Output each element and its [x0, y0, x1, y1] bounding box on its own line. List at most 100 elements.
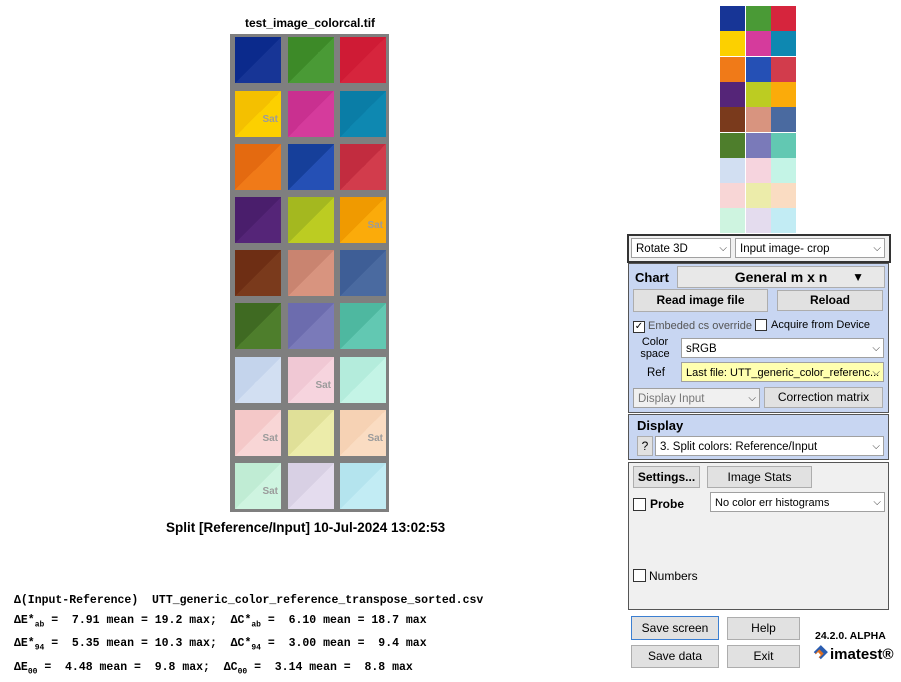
- chevron-down-icon: ⌵: [872, 343, 880, 354]
- read-image-button[interactable]: Read image file: [633, 289, 768, 312]
- color-patch: Sat: [340, 410, 386, 456]
- chart-label: Chart: [635, 270, 669, 285]
- histogram-select[interactable]: No color err histograms ⌵: [710, 492, 885, 512]
- thumbnail-patch: [720, 183, 745, 209]
- color-patch: [288, 463, 334, 509]
- chevron-down-icon: ⌵: [872, 441, 880, 452]
- thumbnail-patch: [771, 132, 796, 158]
- settings-button[interactable]: Settings...: [633, 466, 700, 488]
- color-patch: [340, 463, 386, 509]
- thumbnail-patch: [720, 208, 745, 234]
- embeded-cs-checkbox[interactable]: ✓: [633, 321, 645, 333]
- imatest-brand: imatest®: [830, 646, 894, 663]
- thumbnail-patch: [771, 208, 796, 234]
- color-patch: Sat: [235, 463, 281, 509]
- display-mode-select[interactable]: 3. Split colors: Reference/Input ⌵: [655, 436, 884, 456]
- color-patch: [288, 410, 334, 456]
- save-screen-button[interactable]: Save screen: [631, 616, 719, 640]
- color-chart: Sat Sat Sat Sat Sat Sat: [230, 34, 389, 512]
- display-input-select[interactable]: Display Input ⌵: [633, 388, 760, 408]
- color-patch: [235, 144, 281, 190]
- thumbnail-patch: [745, 107, 771, 133]
- saturation-flag: Sat: [262, 433, 278, 444]
- saturation-flag: Sat: [262, 114, 278, 125]
- chart-panel: Chart General m x n ▼ Read image file Rel…: [628, 263, 889, 413]
- settings-panel: Settings... Image Stats Probe No color e…: [628, 462, 889, 610]
- rotate-select[interactable]: Rotate 3D ⌵: [631, 238, 731, 258]
- display-help-button[interactable]: ?: [637, 436, 653, 456]
- split-caption: Split [Reference/Input] 10-Jul-2024 13:0…: [166, 520, 446, 535]
- saturation-flag: Sat: [262, 486, 278, 497]
- help-button[interactable]: Help: [727, 617, 800, 640]
- chevron-down-icon: ⌵: [748, 393, 756, 404]
- stats-row-ab: ΔE*ab = 7.91 mean = 19.2 max; ΔC*ab = 6.…: [14, 613, 427, 629]
- color-patch: [340, 357, 386, 403]
- color-patch: [288, 250, 334, 296]
- ref-select[interactable]: Last file: UTT_generic_color_referenc...…: [681, 362, 884, 382]
- delta-e-stats: Δ(Input-Reference) UTT_generic_color_ref…: [14, 591, 483, 682]
- chart-type-select[interactable]: General m x n ▼: [677, 266, 885, 288]
- acquire-checkbox[interactable]: [755, 319, 767, 331]
- color-patch: [340, 250, 386, 296]
- saturation-flag: Sat: [315, 380, 331, 391]
- color-patch: [235, 357, 281, 403]
- acquire-label: Acquire from Device: [771, 319, 871, 331]
- imatest-logo-icon: [808, 645, 828, 665]
- color-patch: Sat: [235, 410, 281, 456]
- ref-label: Ref: [647, 367, 665, 379]
- chevron-down-icon: ⌵: [873, 243, 881, 254]
- thumbnail-patch: [745, 81, 771, 107]
- color-patch: [340, 37, 386, 83]
- stats-header: Δ(Input-Reference) UTT_generic_color_ref…: [14, 594, 484, 607]
- view-selector-panel: Rotate 3D ⌵ Input image- crop ⌵: [627, 234, 891, 263]
- thumbnail-patch: [771, 56, 796, 82]
- color-patch: [235, 197, 281, 243]
- thumbnail-patch: [745, 208, 771, 234]
- color-patch: Sat: [235, 91, 281, 137]
- color-patch: [288, 37, 334, 83]
- numbers-label: Numbers: [649, 569, 698, 583]
- thumbnail-patch: [720, 132, 745, 158]
- image-stats-button[interactable]: Image Stats: [707, 466, 812, 488]
- thumbnail-preview: [720, 6, 796, 234]
- thumbnail-patch: [720, 107, 745, 133]
- display-label: Display: [637, 418, 684, 433]
- color-patch: [340, 144, 386, 190]
- thumbnail-patch: [720, 81, 745, 107]
- stats-row-94: ΔE*94 = 5.35 mean = 10.3 max; ΔC*94 = 3.…: [14, 637, 427, 653]
- color-patch: [235, 250, 281, 296]
- color-space-select[interactable]: sRGB ⌵: [681, 338, 884, 358]
- numbers-checkbox[interactable]: [633, 569, 646, 582]
- thumbnail-patch: [720, 56, 745, 82]
- color-patch: Sat: [340, 197, 386, 243]
- saturation-flag: Sat: [367, 220, 383, 231]
- thumbnail-patch: [745, 132, 771, 158]
- color-patch: Sat: [288, 357, 334, 403]
- color-patch: [235, 37, 281, 83]
- chart-title: test_image_colorcal.tif: [244, 16, 376, 30]
- color-space-label: Color space: [640, 336, 670, 360]
- color-patch: [340, 91, 386, 137]
- color-patch: [288, 144, 334, 190]
- thumbnail-patch: [771, 157, 796, 183]
- thumbnail-patch: [720, 6, 745, 31]
- display-panel: Display ? 3. Split colors: Reference/Inp…: [628, 414, 889, 460]
- chevron-down-icon: ⌵: [872, 367, 880, 378]
- thumbnail-patch: [771, 31, 796, 57]
- thumbnail-patch: [771, 107, 796, 133]
- exit-button[interactable]: Exit: [727, 645, 800, 668]
- thumbnail-patch: [771, 6, 796, 31]
- triangle-down-icon: ▼: [852, 270, 864, 284]
- color-patch: [235, 303, 281, 349]
- save-data-button[interactable]: Save data: [631, 645, 719, 668]
- color-patch: [340, 303, 386, 349]
- probe-label: Probe: [650, 497, 685, 511]
- saturation-flag: Sat: [367, 433, 383, 444]
- color-patch: [288, 91, 334, 137]
- view-select[interactable]: Input image- crop ⌵: [735, 238, 885, 258]
- reload-button[interactable]: Reload: [777, 290, 883, 311]
- color-patch: [288, 303, 334, 349]
- thumbnail-patch: [745, 31, 771, 57]
- correction-matrix-button[interactable]: Correction matrix: [764, 387, 883, 408]
- probe-checkbox[interactable]: [633, 498, 646, 511]
